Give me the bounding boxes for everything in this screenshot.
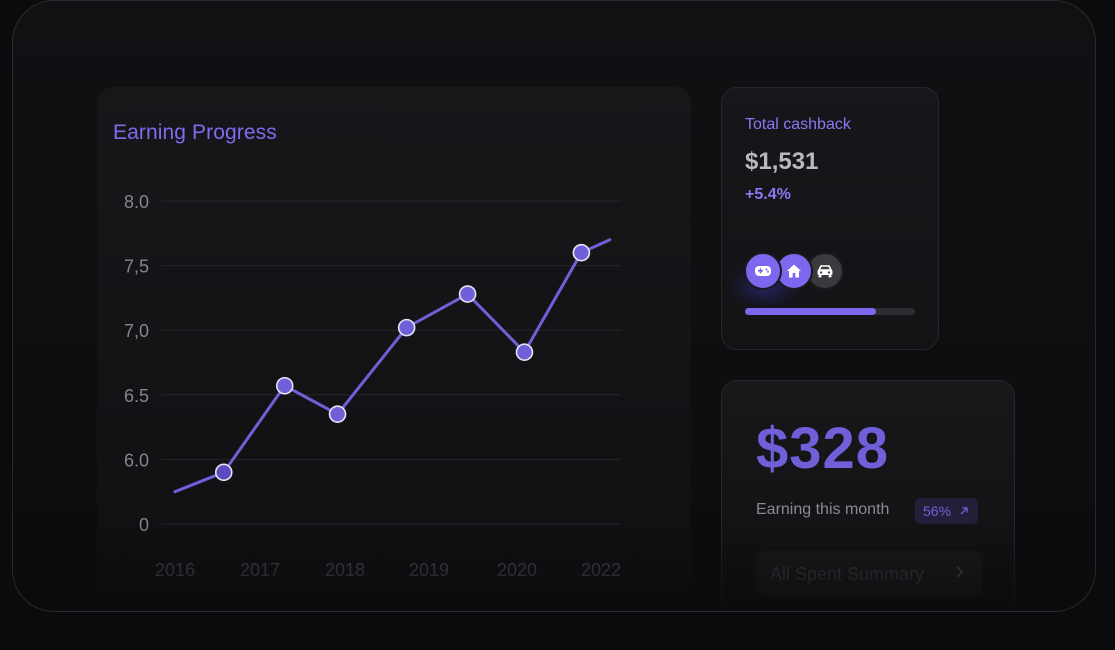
percent-badge-value: 56%: [923, 503, 952, 519]
earning-progress-chart: 8.0 7,5 7,0 6.5 6.0 0 2016 2017 2018 2019 2020 2022: [124, 192, 621, 580]
category-icons: [744, 252, 864, 290]
y-tick-label: 7,0: [124, 321, 149, 341]
cashback-change: +5.4%: [745, 186, 791, 203]
data-point: [214, 463, 233, 482]
x-tick-label: 2016: [155, 560, 195, 580]
arrow-up-right-icon: [959, 503, 969, 519]
monthly-earning-card: $328 Earning this month 56% All Spent Su…: [721, 380, 1015, 611]
cashback-progress-fill: [745, 308, 876, 315]
x-tick-label: 2019: [409, 560, 449, 580]
monthly-label: Earning this month: [756, 501, 890, 518]
x-tick-label: 2018: [325, 560, 365, 580]
x-tick-label: 2017: [240, 560, 280, 580]
all-spent-summary-label: All Spent Summary: [770, 563, 925, 584]
y-tick-label: 6.0: [124, 450, 149, 470]
y-tick-label: 8.0: [124, 192, 149, 212]
data-point: [515, 343, 534, 361]
y-tick-label: 0: [139, 515, 149, 535]
cashback-amount: $1,531: [745, 148, 819, 175]
x-tick-label: 2022: [581, 560, 621, 580]
data-point: [275, 376, 294, 395]
series-line: [173, 238, 612, 494]
total-cashback-card: Total cashback $1,531 +5.4%: [721, 87, 939, 350]
data-point: [397, 318, 416, 337]
monthly-amount: $328: [756, 416, 890, 481]
chevron-right-icon: [954, 563, 964, 584]
gamepad-icon[interactable]: [744, 252, 782, 290]
y-tick-label: 6.5: [124, 386, 149, 406]
data-point: [572, 243, 591, 262]
x-tick-label: 2020: [497, 560, 537, 580]
percent-badge: 56%: [915, 498, 979, 524]
data-point: [458, 285, 477, 303]
data-point: [328, 405, 347, 423]
cashback-title: Total cashback: [745, 116, 851, 133]
dashboard-frame: Earning Progress 8.0 7,5 7,0 6.5 6.0 0 2016 201…: [12, 0, 1096, 612]
all-spent-summary-button[interactable]: All Spent Summary: [756, 551, 982, 597]
earning-progress-card: Earning Progress 8.0 7,5 7,0 6.5 6.0 0 2016 201…: [97, 87, 691, 611]
y-tick-label: 7,5: [124, 257, 149, 277]
cashback-progress-bar: [745, 308, 915, 315]
